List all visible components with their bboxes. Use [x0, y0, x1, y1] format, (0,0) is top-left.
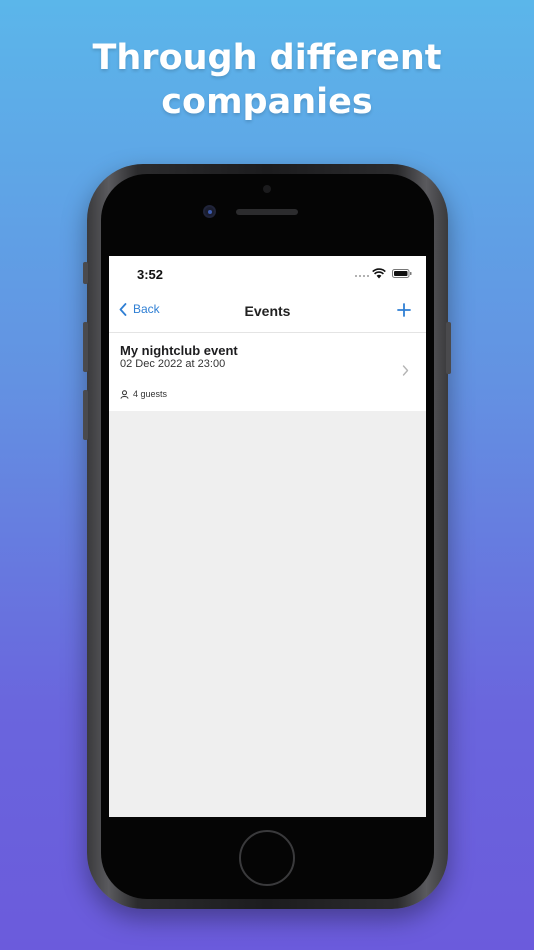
power-button — [446, 322, 451, 374]
cellular-signal-icon — [355, 275, 369, 277]
navigation-bar: Back Events — [109, 292, 426, 333]
promo-headline: Through different companies — [0, 36, 534, 124]
proximity-sensor — [263, 185, 271, 193]
battery-icon — [392, 269, 412, 278]
plus-icon[interactable] — [397, 303, 411, 317]
earpiece-speaker — [236, 209, 298, 215]
event-name: My nightclub event — [120, 343, 238, 358]
event-list-item[interactable]: My nightclub event 02 Dec 2022 at 23:00 … — [109, 333, 426, 411]
volume-up-button — [83, 322, 88, 372]
promo-headline-line-2: companies — [161, 82, 373, 122]
event-date: 02 Dec 2022 at 23:00 — [120, 358, 226, 370]
app-screen: 3:52 Back Events My nightclub event 02 D… — [109, 256, 426, 817]
chevron-right-icon — [402, 365, 409, 376]
person-icon — [120, 389, 129, 399]
status-time: 3:52 — [137, 267, 164, 282]
guest-count: 4 guests — [133, 389, 168, 399]
front-camera — [203, 205, 216, 218]
event-guests: 4 guests — [120, 389, 167, 399]
volume-down-button — [83, 390, 88, 440]
home-button[interactable] — [239, 830, 295, 886]
page-title: Events — [244, 303, 291, 319]
promo-headline-line-1: Through different — [92, 38, 442, 78]
mute-switch — [83, 262, 88, 284]
wifi-icon — [372, 268, 386, 279]
status-bar: 3:52 — [109, 256, 426, 292]
